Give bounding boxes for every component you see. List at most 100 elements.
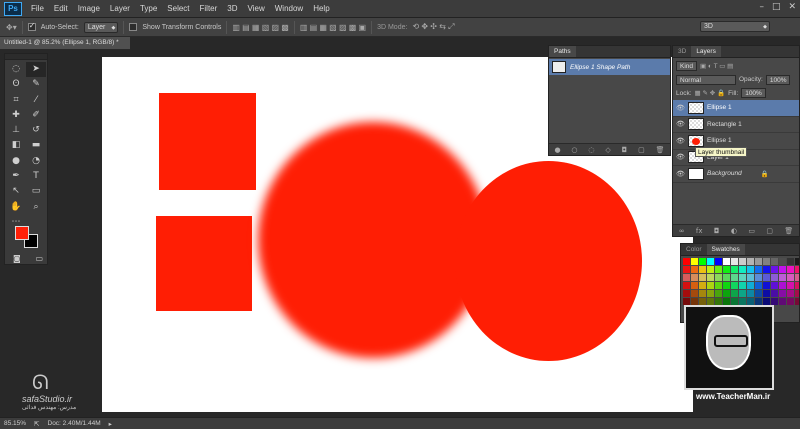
add-mask-icon[interactable]: ◘ [622, 146, 628, 154]
color-swatch[interactable] [683, 282, 690, 289]
color-swatch[interactable] [747, 282, 754, 289]
color-swatch[interactable] [691, 258, 698, 265]
color-swatch[interactable] [699, 274, 706, 281]
foreground-color-swatch[interactable] [15, 226, 29, 240]
fill-input[interactable]: 100% [741, 88, 766, 98]
color-swatch[interactable] [739, 274, 746, 281]
color-swatch[interactable] [691, 290, 698, 297]
color-swatch[interactable] [731, 258, 738, 265]
menu-type[interactable]: Type [135, 4, 162, 13]
layer-thumbnail[interactable] [688, 134, 704, 147]
color-swatch[interactable] [787, 274, 794, 281]
minimize-button[interactable]: – [759, 2, 764, 12]
color-swatch[interactable] [787, 266, 794, 273]
color-swatch[interactable] [699, 258, 706, 265]
color-swatch[interactable] [779, 266, 786, 273]
tab-swatches[interactable]: Swatches [706, 244, 745, 255]
color-swatch[interactable] [755, 274, 762, 281]
tab-color[interactable]: Color [681, 244, 707, 255]
color-swatch[interactable] [707, 282, 714, 289]
path-select-tool-icon[interactable]: ↖ [6, 184, 26, 199]
color-swatch[interactable] [787, 258, 794, 265]
color-swatch[interactable] [683, 290, 690, 297]
color-swatch[interactable] [763, 282, 770, 289]
color-swatch[interactable] [747, 258, 754, 265]
layer-thumbnail[interactable] [688, 101, 704, 114]
path-row[interactable]: Ellipse 1 Shape Path [549, 59, 670, 75]
color-swatch[interactable] [763, 258, 770, 265]
color-swatch[interactable] [747, 274, 754, 281]
color-swatch[interactable] [691, 298, 698, 305]
color-swatch[interactable] [683, 298, 690, 305]
color-swatch[interactable] [699, 290, 706, 297]
close-button[interactable]: ✕ [788, 2, 796, 12]
filter-kind-dropdown[interactable]: Kind [676, 60, 698, 71]
color-swatch[interactable] [755, 298, 762, 305]
color-swatch[interactable] [715, 266, 722, 273]
color-swatch[interactable] [763, 290, 770, 297]
mask-icon[interactable]: ◘ [714, 227, 720, 235]
color-swatch[interactable] [779, 274, 786, 281]
color-swatch[interactable] [739, 282, 746, 289]
color-swatch[interactable] [771, 290, 778, 297]
color-swatch[interactable] [763, 274, 770, 281]
align-icons[interactable]: ▥ ▤ ▦ ▧ ▨ ▩ [232, 23, 288, 32]
color-swatch[interactable] [763, 266, 770, 273]
color-swatch[interactable] [723, 282, 730, 289]
color-swatch[interactable] [731, 298, 738, 305]
tab-3d[interactable]: 3D [673, 46, 691, 57]
layer-thumbnail[interactable] [688, 118, 704, 131]
marquee-tool-icon[interactable]: ◌ [6, 62, 26, 77]
3d-mode-icons[interactable]: ⟲ ✥ ✣ ⇆ ⤢ [412, 22, 454, 32]
color-swatch[interactable] [731, 282, 738, 289]
color-swatch[interactable] [723, 266, 730, 273]
color-swatch[interactable] [715, 282, 722, 289]
color-swatch[interactable] [795, 282, 799, 289]
color-swatch[interactable] [723, 274, 730, 281]
color-swatch[interactable] [739, 290, 746, 297]
group-icon[interactable]: ▭ [748, 227, 755, 235]
workspace-dropdown[interactable]: 3D [700, 21, 770, 32]
visibility-eye-icon[interactable]: 👁 [676, 137, 685, 145]
dodge-tool-icon[interactable]: ◔ [26, 154, 46, 169]
menu-filter[interactable]: Filter [195, 4, 223, 13]
fx-icon[interactable]: fx [696, 227, 703, 235]
color-swatch[interactable] [715, 258, 722, 265]
layer-row-rectangle-1[interactable]: 👁 Rectangle 1 [673, 117, 799, 133]
color-swatch[interactable] [683, 274, 690, 281]
opacity-input[interactable]: 100% [765, 74, 791, 85]
color-swatch[interactable] [691, 274, 698, 281]
quick-mask-icon[interactable]: ◙ [13, 254, 21, 264]
red-square-bottom[interactable] [156, 216, 252, 311]
color-swatch[interactable] [747, 266, 754, 273]
auto-select-checkbox[interactable] [27, 21, 36, 31]
color-swatch[interactable] [779, 258, 786, 265]
color-swatch[interactable] [731, 266, 738, 273]
move-tool-icon[interactable]: ➤ [26, 62, 46, 78]
color-swatch[interactable] [739, 298, 746, 305]
color-swatch[interactable] [771, 298, 778, 305]
make-path-icon[interactable]: ◇ [605, 146, 610, 154]
new-layer-icon[interactable]: ▢ [766, 227, 773, 235]
menu-help[interactable]: Help [308, 4, 334, 13]
tab-paths[interactable]: Paths [549, 46, 576, 57]
blurred-red-circle[interactable] [258, 122, 488, 358]
hand-tool-icon[interactable]: ✋ [6, 200, 26, 215]
color-swatch[interactable] [683, 258, 690, 265]
zoom-tool-icon[interactable]: ⌕ [26, 200, 46, 215]
stroke-path-icon[interactable]: ○ [571, 146, 577, 154]
color-swatch[interactable] [787, 282, 794, 289]
tab-layers[interactable]: Layers [691, 46, 721, 57]
color-swatch[interactable] [715, 298, 722, 305]
menu-file[interactable]: File [26, 4, 49, 13]
filter-icons[interactable]: ▣ ◐ T ▭ ▤ [700, 62, 733, 70]
pen-tool-icon[interactable]: ✒ [6, 169, 26, 184]
show-transform-checkbox[interactable] [129, 23, 138, 31]
color-swatch[interactable] [779, 282, 786, 289]
color-swatch[interactable] [779, 298, 786, 305]
menu-view[interactable]: View [243, 4, 270, 13]
visibility-eye-icon[interactable]: 👁 [676, 120, 685, 128]
color-swatch[interactable] [707, 266, 714, 273]
color-swatch[interactable] [699, 266, 706, 273]
color-swatch[interactable] [707, 274, 714, 281]
